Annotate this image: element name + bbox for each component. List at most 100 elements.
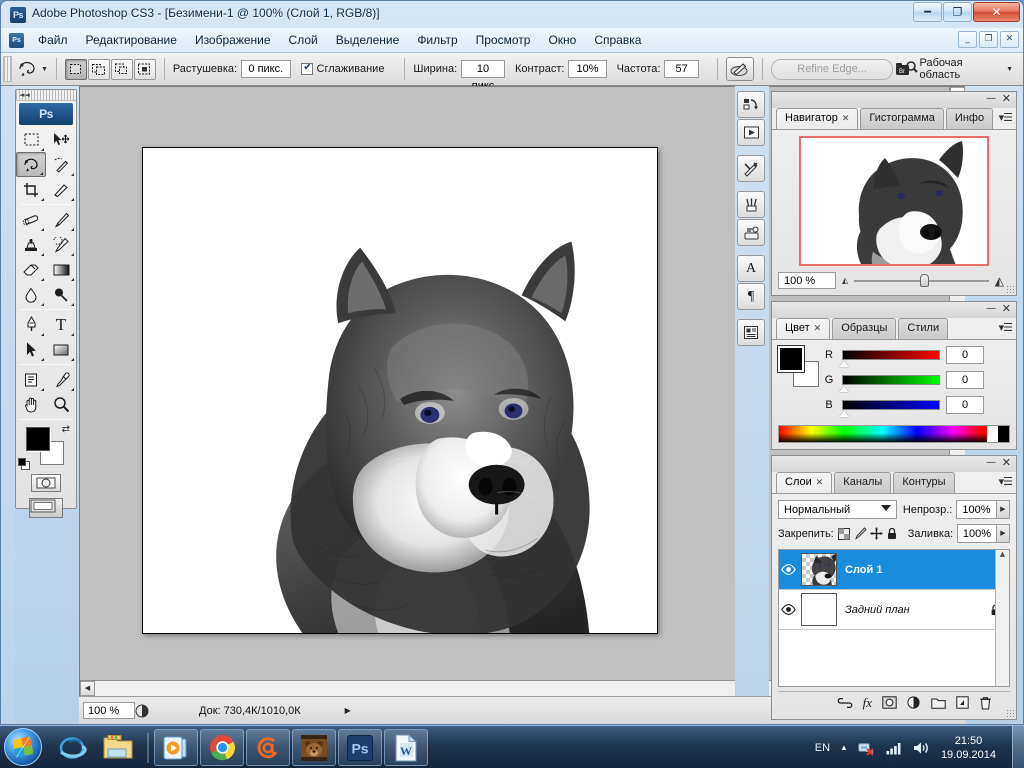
tool-presets-panel-icon[interactable] bbox=[737, 155, 765, 182]
brush-tool[interactable] bbox=[46, 207, 76, 232]
tab-color[interactable]: Цвет ✕ bbox=[776, 318, 831, 339]
healing-brush-tool[interactable] bbox=[16, 207, 46, 232]
color-foreground-swatch[interactable] bbox=[777, 345, 805, 373]
eyedropper-tool[interactable] bbox=[46, 367, 76, 392]
notes-tool[interactable] bbox=[16, 367, 46, 392]
taskbar-google-chrome[interactable] bbox=[200, 729, 244, 766]
toolbox-grip[interactable]: ◄◄ bbox=[16, 90, 76, 101]
menu-help[interactable]: Справка bbox=[585, 30, 650, 50]
layer-name[interactable]: Слой 1 bbox=[845, 564, 882, 576]
pen-tool[interactable] bbox=[16, 312, 46, 337]
slider-thumb[interactable] bbox=[919, 274, 929, 287]
blur-tool[interactable] bbox=[16, 282, 46, 307]
color-minimize-icon[interactable]: — bbox=[986, 303, 996, 314]
layer-list-scrollbar[interactable]: ▲ bbox=[995, 550, 1009, 686]
blue-value-input[interactable]: 0 bbox=[946, 396, 984, 414]
zoom-in-icon[interactable]: ◭ bbox=[995, 274, 1004, 288]
maximize-button[interactable]: ❐ bbox=[943, 2, 972, 22]
swap-colors-icon[interactable]: ⇄ bbox=[62, 424, 70, 435]
default-colors-icon[interactable] bbox=[18, 458, 30, 470]
navigator-resize-grip[interactable] bbox=[1006, 285, 1014, 293]
antialias-checkbox[interactable]: Сглаживание bbox=[300, 62, 389, 75]
layer-name[interactable]: Задний план bbox=[845, 604, 910, 616]
magic-wand-tool[interactable] bbox=[46, 152, 76, 177]
move-tool[interactable] bbox=[46, 127, 76, 152]
options-bar-grip[interactable] bbox=[3, 56, 12, 82]
contrast-input[interactable]: 10% bbox=[568, 60, 607, 78]
blue-slider[interactable] bbox=[839, 400, 940, 417]
history-panel-icon[interactable] bbox=[737, 91, 765, 118]
slider-marker[interactable] bbox=[839, 361, 849, 367]
navigator-zoom-input[interactable]: 100 % bbox=[778, 272, 836, 289]
lock-image-icon[interactable] bbox=[854, 527, 870, 540]
navigator-panel-header[interactable]: — ✕ bbox=[772, 92, 1016, 108]
tray-expand-chevron-icon[interactable]: ▲ bbox=[840, 743, 848, 752]
gradient-tool[interactable] bbox=[46, 257, 76, 282]
screen-mode-button[interactable] bbox=[29, 498, 63, 518]
layer-row-1[interactable]: Слой 1 bbox=[779, 550, 1009, 590]
navigator-minimize-icon[interactable]: — bbox=[986, 93, 996, 104]
new-layer-icon[interactable] bbox=[956, 696, 969, 709]
minimize-button[interactable]: ━ bbox=[913, 2, 942, 22]
green-slider[interactable] bbox=[839, 375, 940, 392]
tab-layers[interactable]: Слои ✕ bbox=[776, 472, 833, 493]
eraser-tool[interactable] bbox=[16, 257, 46, 282]
go-to-bridge-button[interactable]: Br bbox=[893, 57, 919, 81]
new-fill-adjustment-icon[interactable] bbox=[907, 696, 921, 709]
collapse-icon[interactable]: ◄◄ bbox=[19, 91, 30, 99]
red-slider[interactable] bbox=[839, 350, 940, 367]
type-tool[interactable]: T bbox=[46, 312, 76, 337]
tab-channels[interactable]: Каналы bbox=[834, 472, 892, 493]
taskbar-microsoft-word[interactable]: W bbox=[384, 729, 428, 766]
layers-panel-header[interactable]: — ✕ bbox=[772, 456, 1016, 472]
brushes-panel-icon[interactable] bbox=[737, 191, 765, 218]
doc-minimize-button[interactable]: _ bbox=[958, 31, 977, 48]
navigator-panel-menu-icon[interactable]: ▾☰ bbox=[999, 111, 1013, 124]
layer-comps-panel-icon[interactable] bbox=[737, 319, 765, 346]
navigator-close-icon[interactable]: ✕ bbox=[1002, 92, 1011, 105]
pen-pressure-button[interactable] bbox=[725, 57, 755, 81]
zoom-out-icon[interactable]: ◭ bbox=[842, 276, 848, 285]
feather-input[interactable]: 0 пикс. bbox=[241, 60, 291, 78]
slice-tool[interactable] bbox=[46, 177, 76, 202]
title-bar[interactable]: Ps Adobe Photoshop CS3 - [Безимени-1 @ 1… bbox=[1, 1, 1023, 28]
layers-resize-grip[interactable] bbox=[1006, 709, 1014, 717]
color-panel-header[interactable]: — ✕ bbox=[772, 302, 1016, 318]
taskbar-internet-explorer[interactable] bbox=[50, 729, 94, 766]
volume-icon[interactable] bbox=[913, 741, 930, 755]
taskbar-adobe-photoshop[interactable]: Ps bbox=[338, 729, 382, 766]
close-button[interactable]: ✕ bbox=[973, 2, 1020, 22]
width-input[interactable]: 10 пикс bbox=[461, 60, 505, 92]
tab-close-icon[interactable]: ✕ bbox=[814, 324, 822, 334]
lock-all-icon[interactable] bbox=[886, 527, 902, 540]
slider-marker[interactable] bbox=[839, 411, 849, 417]
zoom-level-input[interactable]: 100 % bbox=[83, 702, 135, 719]
menu-select[interactable]: Выделение bbox=[327, 30, 409, 50]
path-selection-tool[interactable] bbox=[16, 337, 46, 362]
status-menu-arrow[interactable]: ▶ bbox=[345, 706, 351, 715]
document-icon[interactable]: Ps bbox=[9, 32, 24, 48]
clone-source-panel-icon[interactable] bbox=[737, 219, 765, 246]
paragraph-panel-icon[interactable]: ¶ bbox=[737, 283, 765, 310]
green-value-input[interactable]: 0 bbox=[946, 371, 984, 389]
taskbar-photo-viewer-bear[interactable] bbox=[292, 729, 336, 766]
shape-tool[interactable] bbox=[46, 337, 76, 362]
lock-position-icon[interactable] bbox=[870, 527, 886, 540]
navigator-zoom-slider[interactable]: ◭ ◭ bbox=[842, 274, 1004, 288]
taskbar-mail-at[interactable] bbox=[246, 729, 290, 766]
tab-info[interactable]: Инфо bbox=[945, 108, 994, 129]
add-layer-mask-icon[interactable] bbox=[882, 696, 897, 709]
network-disconnected-icon[interactable] bbox=[858, 740, 876, 756]
menu-image[interactable]: Изображение bbox=[186, 30, 280, 50]
clock[interactable]: 21:50 19.09.2014 bbox=[941, 734, 996, 762]
tool-preset-arrow[interactable]: ▼ bbox=[41, 66, 48, 73]
crop-tool[interactable] bbox=[16, 177, 46, 202]
tab-close-icon[interactable]: ✕ bbox=[842, 114, 850, 124]
layers-close-icon[interactable]: ✕ bbox=[1002, 456, 1011, 469]
opacity-stepper-icon[interactable]: ▶ bbox=[996, 500, 1010, 519]
hand-tool[interactable] bbox=[16, 392, 46, 417]
color-close-icon[interactable]: ✕ bbox=[1002, 302, 1011, 315]
tab-histogram[interactable]: Гистограмма bbox=[860, 108, 944, 129]
taskbar-windows-media-player[interactable] bbox=[154, 729, 198, 766]
workspace-arrow-icon[interactable]: ▼ bbox=[1006, 66, 1013, 73]
